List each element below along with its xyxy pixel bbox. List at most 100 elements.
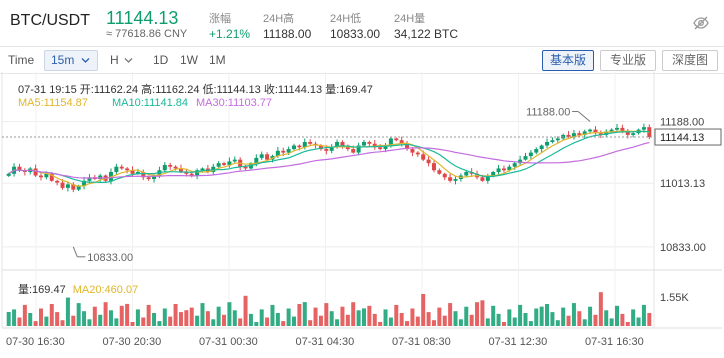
volume-bar bbox=[367, 305, 372, 326]
volume-bar bbox=[38, 308, 43, 326]
volume-bar bbox=[302, 302, 307, 326]
volume-bar bbox=[464, 306, 469, 326]
candle bbox=[415, 151, 420, 157]
volume-bar bbox=[125, 303, 130, 326]
candle bbox=[292, 143, 297, 151]
volume-bar bbox=[243, 295, 248, 326]
candle bbox=[372, 139, 377, 150]
volume-bar bbox=[222, 314, 227, 326]
volume-bar bbox=[475, 302, 480, 326]
volume-bar bbox=[631, 309, 636, 326]
candle bbox=[571, 130, 576, 140]
volume-bar bbox=[270, 304, 275, 326]
low-marker-label: 10833.00 bbox=[87, 252, 133, 264]
candle bbox=[259, 151, 264, 160]
volume-bar bbox=[65, 297, 70, 326]
volume-bar bbox=[286, 308, 291, 326]
volume-bar bbox=[184, 310, 189, 326]
volume-bar bbox=[216, 306, 221, 326]
volume-bar bbox=[108, 310, 113, 326]
volume-bar bbox=[378, 322, 383, 326]
volume-bar bbox=[238, 318, 243, 326]
volume-bar bbox=[211, 319, 216, 326]
volume-bar bbox=[351, 302, 356, 326]
volume-bar bbox=[130, 322, 135, 326]
volume-bar bbox=[265, 317, 270, 326]
ma30-legend: MA30:11103.77 bbox=[196, 97, 273, 109]
candle bbox=[426, 156, 431, 167]
ma20-volume-value: MA20:460.07 bbox=[72, 284, 139, 296]
volume-bar bbox=[582, 319, 587, 326]
moving-average-lines bbox=[8, 130, 650, 187]
volume-bar bbox=[232, 310, 237, 326]
volume-bar bbox=[523, 313, 528, 326]
x-tick-label: 07-31 00:30 bbox=[199, 336, 258, 348]
volume-bar bbox=[598, 292, 603, 326]
volume-bar bbox=[92, 306, 97, 326]
candle bbox=[431, 160, 436, 173]
volume-bar bbox=[324, 303, 329, 326]
volume-bar bbox=[539, 306, 544, 326]
volume-bar bbox=[152, 313, 157, 326]
volume-bar bbox=[588, 306, 593, 326]
volume-bar bbox=[157, 321, 162, 326]
volume-bar bbox=[545, 304, 550, 326]
ma10-legend: MA10:11141.84 bbox=[112, 97, 189, 109]
volume-bars bbox=[6, 292, 652, 326]
volume-bar bbox=[485, 318, 490, 326]
volume-bar bbox=[550, 312, 555, 326]
volume-bar bbox=[248, 313, 253, 326]
volume-bar bbox=[49, 304, 54, 326]
volume-bar bbox=[641, 304, 646, 326]
volume-bar bbox=[647, 313, 652, 326]
volume-bar bbox=[313, 307, 318, 326]
volume-bar bbox=[28, 313, 33, 326]
volume-bar bbox=[114, 318, 119, 326]
volume-bar bbox=[189, 307, 194, 326]
candle bbox=[550, 137, 555, 144]
x-tick-label: 07-30 20:30 bbox=[103, 336, 162, 348]
x-tick-label: 07-31 04:30 bbox=[296, 336, 355, 348]
candlestick-chart[interactable]: 11188.00 11013.13 10833.00 11144.13 11188.00… bbox=[0, 0, 724, 358]
volume-bar bbox=[87, 319, 92, 326]
candle bbox=[38, 172, 43, 181]
candle bbox=[82, 176, 87, 190]
current-price-label: 11144.13 bbox=[660, 132, 704, 144]
volume-bar bbox=[426, 312, 431, 326]
volume-bar bbox=[518, 304, 523, 326]
volume-bar bbox=[103, 302, 108, 326]
volume-bar bbox=[566, 315, 571, 326]
candle bbox=[55, 179, 60, 186]
volume-bar bbox=[410, 308, 415, 326]
y-tick-label: 10833.00 bbox=[660, 242, 706, 254]
volume-bar bbox=[318, 315, 323, 326]
volume-bar bbox=[195, 315, 200, 326]
x-tick-label: 07-31 12:30 bbox=[489, 336, 548, 348]
volume-bar bbox=[340, 306, 345, 326]
volume-bar bbox=[496, 313, 501, 326]
volume-bar bbox=[501, 322, 506, 326]
volume-bar bbox=[178, 312, 183, 326]
volume-bar bbox=[388, 317, 393, 326]
candle bbox=[168, 162, 173, 170]
volume-bar bbox=[308, 320, 313, 326]
volume-bar bbox=[534, 308, 539, 326]
x-tick-label: 07-31 08:30 bbox=[392, 336, 451, 348]
volume-bar bbox=[141, 317, 146, 326]
candle bbox=[437, 168, 442, 175]
candle bbox=[545, 138, 550, 148]
volume-bar bbox=[571, 303, 576, 326]
candle bbox=[162, 162, 167, 172]
candle bbox=[442, 172, 447, 181]
volume-bar bbox=[82, 311, 87, 326]
volume-bar bbox=[442, 315, 447, 326]
volume-bar bbox=[615, 305, 620, 326]
volume-bar bbox=[292, 316, 297, 326]
volume-bar bbox=[437, 307, 442, 326]
candle bbox=[222, 161, 227, 166]
ma10-line bbox=[8, 130, 650, 183]
candle bbox=[593, 126, 598, 135]
volume-bar bbox=[71, 315, 76, 326]
volume-bar bbox=[55, 312, 60, 326]
volume-bar bbox=[33, 321, 38, 326]
